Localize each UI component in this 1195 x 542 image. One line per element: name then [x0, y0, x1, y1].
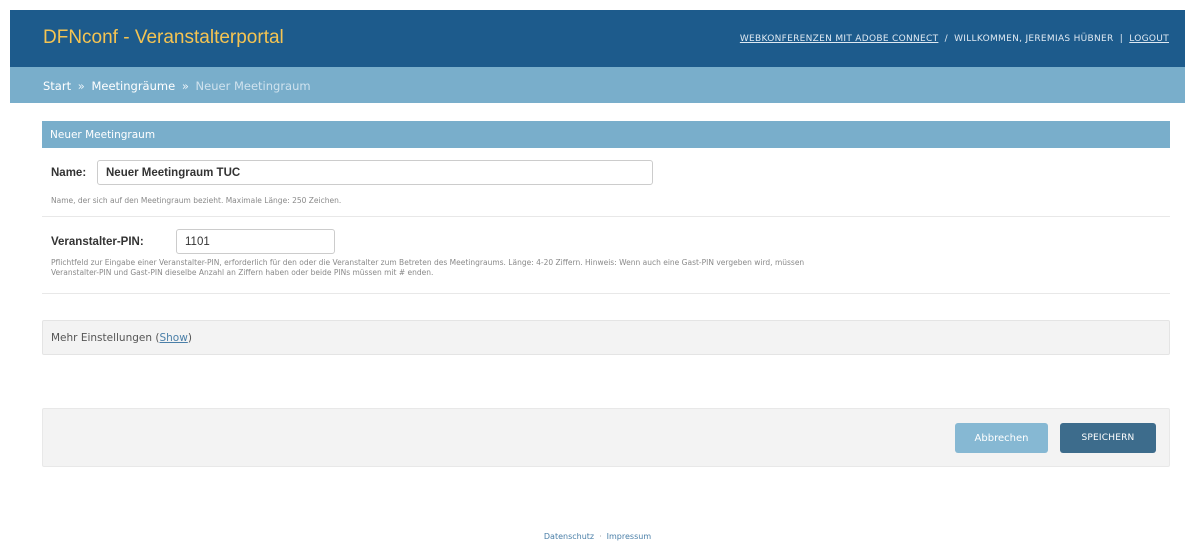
pin-input[interactable]	[176, 229, 335, 254]
breadcrumb-separator: »	[77, 79, 85, 93]
save-button[interactable]: SPEICHERN	[1060, 423, 1156, 453]
name-form-row: Name: Name, der sich auf den Meetingraum…	[42, 148, 1170, 217]
breadcrumb-current: Neuer Meetingraum	[195, 79, 311, 93]
imprint-link[interactable]: Impressum	[607, 532, 651, 541]
breadcrumb: Start » Meetingräume » Neuer Meetingraum	[10, 67, 1185, 103]
paren: )	[187, 332, 192, 344]
user-tools: WEBKONFERENZEN MIT ADOBE CONNECT / WILLK…	[740, 34, 1169, 44]
cancel-button[interactable]: Abbrechen	[955, 423, 1048, 453]
name-input[interactable]	[97, 160, 653, 185]
user-tools-separator: /	[944, 34, 948, 44]
more-settings-heading: Mehr Einstellungen (Show)	[51, 332, 192, 344]
site-brand[interactable]: DFNconf - Veranstalterportal	[43, 27, 284, 49]
pin-help-line: Veranstalter-PIN und Gast-PIN dieselbe A…	[51, 268, 434, 277]
name-label: Name:	[51, 167, 87, 179]
breadcrumb-separator: »	[181, 79, 189, 93]
pin-form-row: Veranstalter-PIN: Pflichtfeld zur Eingab…	[42, 217, 1170, 294]
pin-label: Veranstalter-PIN:	[51, 236, 144, 248]
footer: Datenschutz · Impressum	[0, 532, 1195, 541]
breadcrumb-start[interactable]: Start	[43, 79, 71, 93]
breadcrumb-meeting-rooms[interactable]: Meetingräume	[91, 79, 175, 93]
footer-separator: ·	[599, 532, 602, 541]
show-more-settings-link[interactable]: Show	[159, 332, 187, 344]
submit-row: Abbrechen SPEICHERN	[42, 408, 1170, 467]
form-module-title: Neuer Meetingraum	[42, 121, 1170, 148]
more-settings-fieldset: Mehr Einstellungen (Show)	[42, 320, 1170, 355]
name-help-text: Name, der sich auf den Meetingraum bezie…	[51, 196, 342, 205]
more-settings-label: Mehr Einstellungen	[51, 332, 153, 344]
pin-help-text: Pflichtfeld zur Eingabe einer Veranstalt…	[51, 258, 1151, 278]
adobe-connect-link[interactable]: WEBKONFERENZEN MIT ADOBE CONNECT	[740, 34, 939, 44]
pin-help-line: Pflichtfeld zur Eingabe einer Veranstalt…	[51, 258, 805, 267]
welcome-text: WILLKOMMEN, JEREMIAS HÜBNER	[954, 34, 1114, 44]
privacy-link[interactable]: Datenschutz	[544, 532, 594, 541]
header-bar: DFNconf - Veranstalterportal WEBKONFEREN…	[10, 10, 1185, 67]
logout-link[interactable]: LOGOUT	[1129, 34, 1169, 44]
user-tools-separator: |	[1119, 34, 1124, 44]
